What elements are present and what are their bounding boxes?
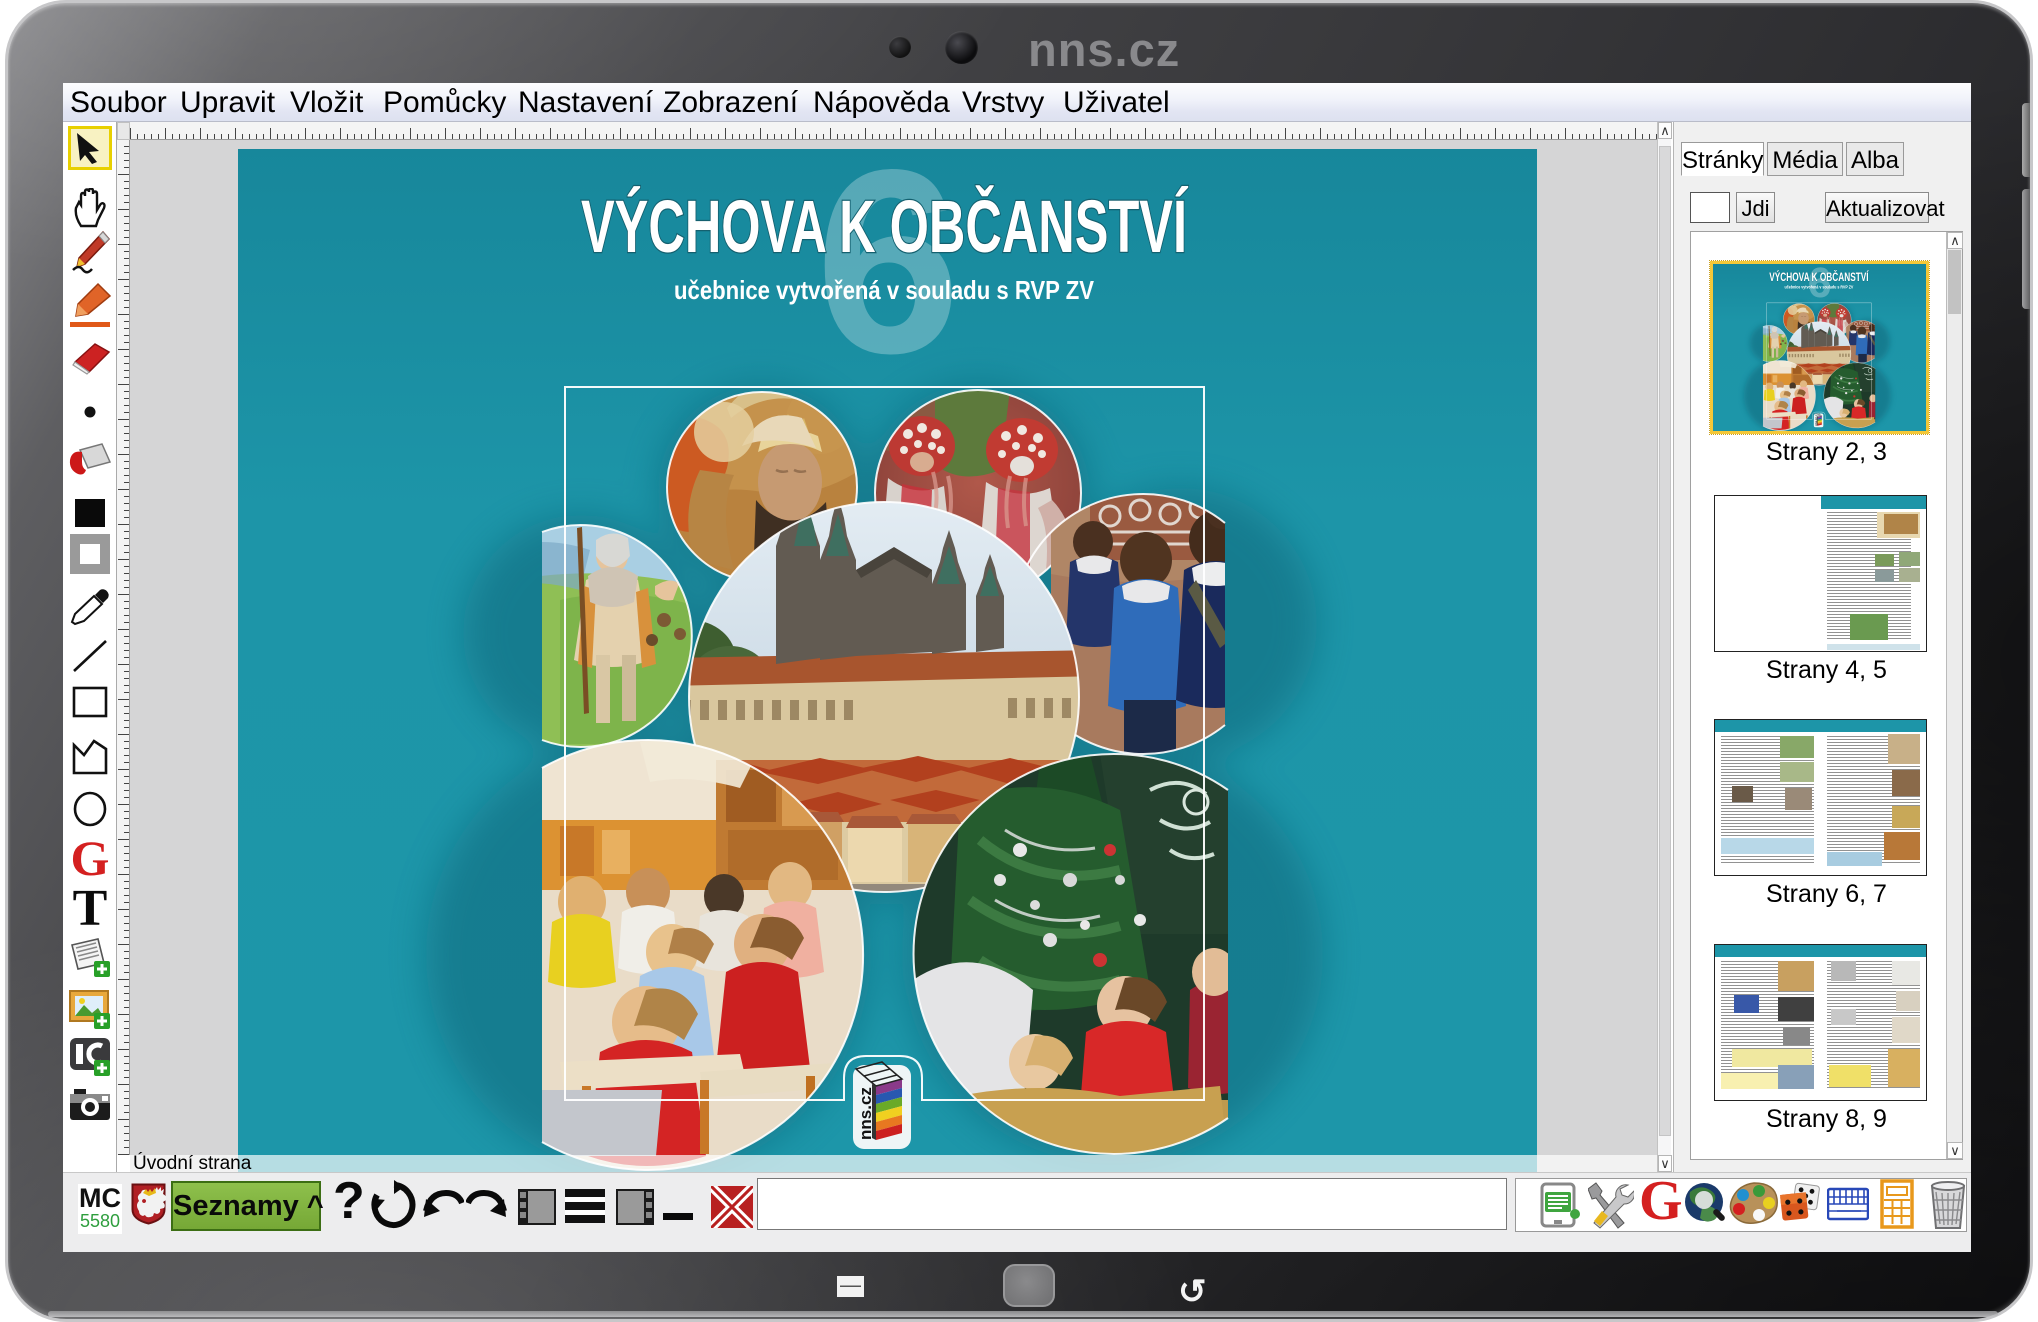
svg-text:nns.cz: nns.cz xyxy=(856,1087,875,1140)
svg-text:učebnice vytvořená v souladu s: učebnice vytvořená v souladu s RVP ZV xyxy=(674,275,1095,305)
svg-text:VÝCHOVA K OBČANSTVÍ: VÝCHOVA K OBČANSTVÍ xyxy=(581,185,1189,268)
